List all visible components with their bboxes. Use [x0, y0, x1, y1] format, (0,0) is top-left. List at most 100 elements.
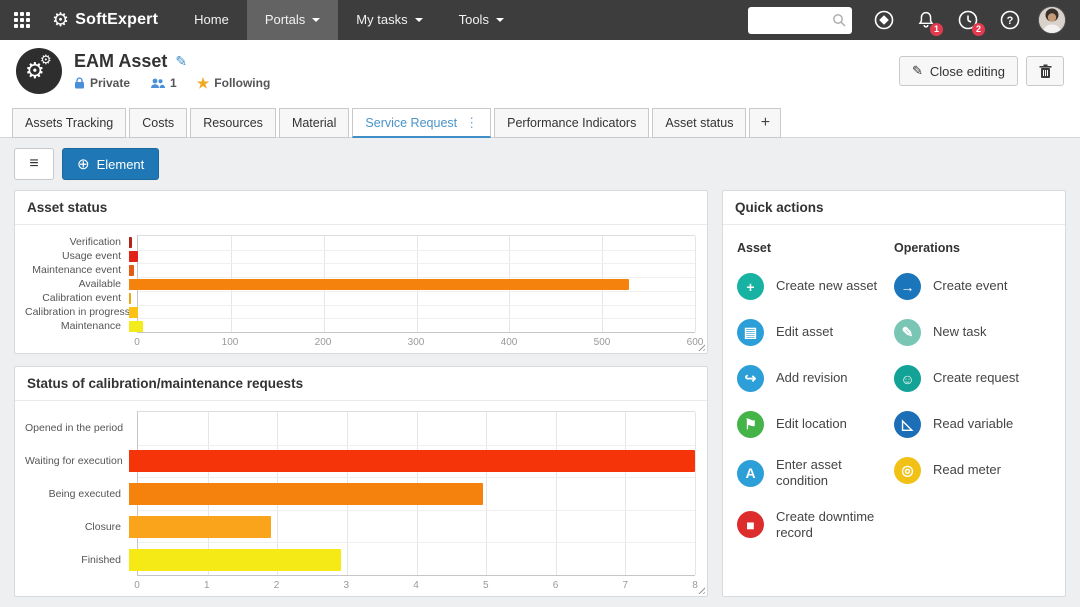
menu-item-home[interactable]: Home — [176, 0, 247, 40]
tab-menu-icon[interactable]: ⋮ — [465, 115, 478, 131]
menu-item-my-tasks[interactable]: My tasks — [338, 0, 440, 40]
bar-track — [129, 277, 695, 291]
page-title: EAM Asset — [74, 51, 167, 72]
quick-action-create-event[interactable]: →Create event — [894, 273, 1051, 300]
bar-maintenance — [129, 321, 143, 332]
navbar-search — [748, 7, 852, 34]
quick-action-read-meter[interactable]: ◎Read meter — [894, 457, 1051, 484]
bar-calibration-event — [129, 293, 131, 304]
gridline — [695, 236, 696, 332]
bar-track — [129, 444, 695, 477]
quick-action-read-variable[interactable]: ◺Read variable — [894, 411, 1051, 438]
quick-action-create-downtime-record[interactable]: ■Create downtime record — [737, 509, 894, 542]
portal-tabbar: Assets TrackingCostsResourcesMaterialSer… — [0, 102, 1080, 138]
members-count[interactable]: 1 — [150, 76, 177, 90]
quick-actions-column-asset: Asset +Create new asset ▤Edit asset ↪ Add re… — [737, 241, 894, 560]
pending-activities-button[interactable]: 2 — [950, 0, 986, 40]
bar-available — [129, 279, 629, 290]
notifications-button[interactable]: 1 — [908, 0, 944, 40]
chart-row: Usage event — [25, 249, 695, 263]
menu-item-tools[interactable]: Tools — [441, 0, 522, 40]
people-icon — [150, 78, 165, 89]
category-label: Finished — [25, 554, 129, 566]
portal-content: ≡ ⊕ Element Asset status VerificationUsa… — [0, 138, 1080, 607]
title-block: EAM Asset ✎ Private 1 ★ — [74, 51, 270, 92]
menu-item-label: My tasks — [356, 0, 407, 40]
chart-row: Opened in the period — [25, 411, 695, 444]
tab-costs[interactable]: Costs — [129, 108, 187, 138]
quick-action-create-new-asset[interactable]: +Create new asset — [737, 273, 894, 300]
help-button[interactable]: ? — [992, 0, 1028, 40]
bar-usage-event — [129, 251, 138, 262]
axis-tick-label: 0 — [134, 337, 140, 348]
add-element-button[interactable]: ⊕ Element — [62, 148, 159, 180]
tab-resources[interactable]: Resources — [190, 108, 276, 138]
category-label: Calibration in progress — [25, 306, 129, 318]
bar-waiting-for-execution — [129, 450, 695, 472]
column-title: Asset — [737, 241, 894, 255]
quick-actions-panel: Quick actions Asset +Create new asset ▤Edi… — [722, 190, 1066, 597]
caret-down-icon — [312, 18, 320, 26]
chart-row: Being executed — [25, 477, 695, 510]
x-axis: 012345678 — [137, 576, 695, 594]
user-menu-button[interactable] — [1034, 0, 1070, 40]
tab-material[interactable]: Material — [279, 108, 349, 138]
bar-track — [129, 510, 695, 543]
edit-toolbar: ≡ ⊕ Element — [14, 148, 1066, 180]
add-element-label: Element — [97, 157, 145, 172]
chart-row: Calibration event — [25, 291, 695, 305]
layout-list-button[interactable]: ≡ — [14, 148, 54, 180]
menu-item-portals[interactable]: Portals — [247, 0, 338, 40]
user-avatar — [1038, 6, 1066, 34]
column-title: Operations — [894, 241, 1051, 255]
bar-track — [129, 263, 695, 277]
delete-portal-button[interactable] — [1026, 56, 1064, 86]
document-icon: ▤ — [737, 319, 764, 346]
bar-track — [129, 291, 695, 305]
axis-tick-label: 2 — [274, 580, 280, 591]
tab-assets-tracking[interactable]: Assets Tracking — [12, 108, 126, 138]
tab-asset-status[interactable]: Asset status — [652, 108, 746, 138]
app-grid-button[interactable] — [0, 0, 44, 40]
plus-circle-icon: ⊕ — [77, 155, 90, 173]
axis-tick-label: 0 — [134, 580, 140, 591]
bar-calibration-in-progress — [129, 307, 138, 318]
discover-button[interactable] — [866, 0, 902, 40]
panel-title: Asset status — [15, 191, 707, 225]
quick-action-create-request[interactable]: ☺Create request — [894, 365, 1051, 392]
tab-performance-indicators[interactable]: Performance Indicators — [494, 108, 649, 138]
portal-header: ⚙⚙ EAM Asset ✎ Private 1 — [0, 40, 1080, 102]
quick-action-edit-location[interactable]: ⚑Edit location — [737, 411, 894, 438]
edit-title-icon[interactable]: ✎ — [175, 53, 187, 70]
axis-tick-label: 200 — [315, 337, 332, 348]
tab-service-request[interactable]: Service Request ⋮ — [352, 108, 491, 138]
quick-action-label: Read variable — [933, 416, 1013, 432]
lock-icon — [74, 77, 85, 89]
following-label: Following — [214, 76, 270, 90]
search-icon[interactable] — [832, 13, 846, 27]
panel-title: Status of calibration/maintenance reques… — [15, 367, 707, 401]
brand-logo[interactable]: ⚙ SoftExpert — [44, 9, 176, 32]
charts-column: Asset status VerificationUsage eventMain… — [14, 190, 708, 597]
pencil-icon: ✎ — [912, 63, 923, 79]
close-editing-button[interactable]: ✎ Close editing — [899, 56, 1018, 86]
panel-title: Quick actions — [723, 191, 1065, 225]
document-arrow-icon: ↪ — [737, 365, 764, 392]
quick-action-edit-asset[interactable]: ▤Edit asset — [737, 319, 894, 346]
following-toggle[interactable]: ★ Following — [197, 75, 271, 92]
activity-badge: 2 — [972, 23, 985, 36]
quick-action-label: Add revision — [776, 370, 848, 386]
category-label: Maintenance — [25, 320, 129, 332]
bar-verification — [129, 237, 132, 248]
requests-status-chart: Opened in the period Waiting for executio… — [15, 401, 707, 596]
bar-track — [129, 305, 695, 319]
add-tab-button[interactable]: + — [749, 108, 781, 138]
document-a-icon: A — [737, 460, 764, 487]
navbar-right: 1 2 ? — [748, 0, 1080, 40]
quick-action-add-revision[interactable]: ↪ Add revision — [737, 365, 894, 392]
category-label: Waiting for execution — [25, 455, 129, 467]
tab-label: Service Request — [365, 116, 457, 130]
quick-action-enter-asset-condition[interactable]: AEnter asset condition — [737, 457, 894, 490]
quick-action-label: Create request — [933, 370, 1019, 386]
quick-action-new-task[interactable]: ✎New task — [894, 319, 1051, 346]
